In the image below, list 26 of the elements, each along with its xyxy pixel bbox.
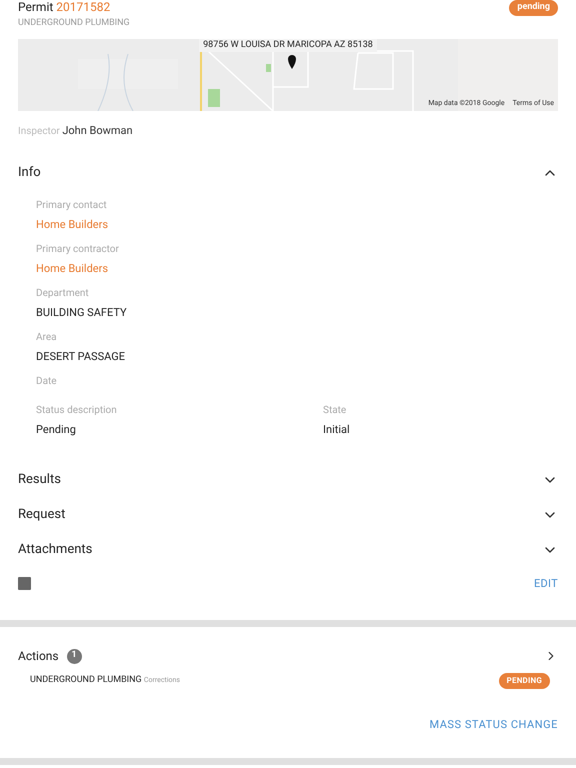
field-label: Area xyxy=(36,331,58,345)
status-badge: PENDING xyxy=(498,673,550,689)
action-name: UNDERGROUND PLUMBING xyxy=(30,675,143,686)
section-title[interactable]: Info xyxy=(18,162,41,182)
field-label: Primary contact xyxy=(36,199,108,213)
permit-type: UNDERGROUND PLUMBING xyxy=(18,17,130,30)
field-label: Department xyxy=(36,287,90,301)
field-value: BUILDING SAFETY xyxy=(36,305,128,321)
section-title[interactable]: Request xyxy=(18,505,66,525)
field-label: Date xyxy=(36,375,58,389)
section-title[interactable]: Attachments xyxy=(18,540,92,560)
status-badge: pending xyxy=(509,0,558,16)
field-label: State xyxy=(323,404,348,418)
field-value: DESERT PASSAGE xyxy=(36,349,126,365)
count-badge: 1 xyxy=(66,648,82,664)
section-title[interactable]: Results xyxy=(18,470,61,490)
field-label: Status description xyxy=(36,404,118,418)
permit-label: Permit xyxy=(18,0,54,14)
field-value: Initial xyxy=(323,422,351,438)
note-icon[interactable] xyxy=(18,577,31,590)
field-label: Primary contractor xyxy=(36,243,120,257)
inspector-name: John Bowman xyxy=(62,124,133,136)
inspector-label: Inspector xyxy=(18,126,61,136)
map-address: 98756 W LOUISA DR MARICOPA AZ 85138 xyxy=(199,38,377,52)
actions-title: Actions xyxy=(18,648,59,665)
field-value: Pending xyxy=(36,422,77,438)
